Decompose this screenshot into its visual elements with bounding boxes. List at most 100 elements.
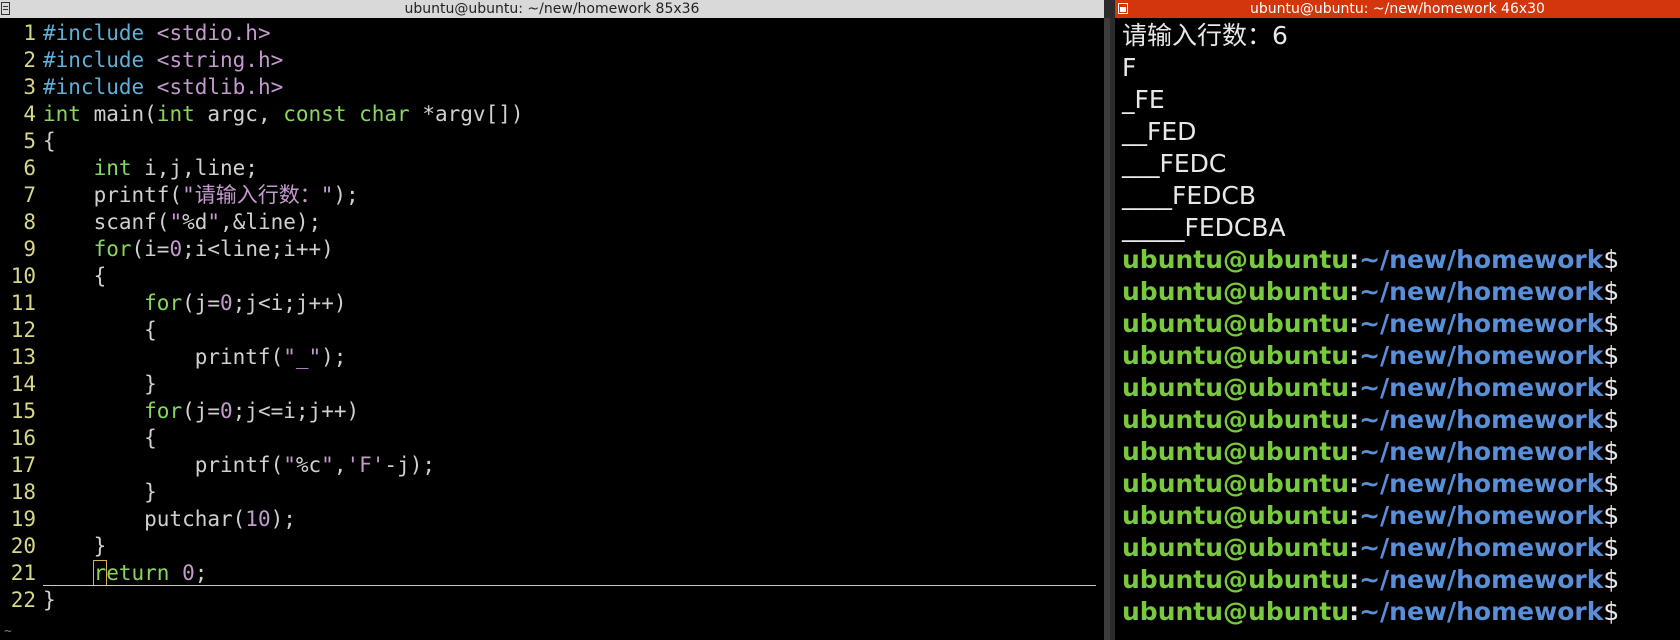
code-token: for [144,399,183,423]
empty-line-tilde: ~ [4,624,12,639]
shell-prompt: ubuntu@ubuntu:~/new/homework$ [1122,436,1680,468]
code-token: 0 [169,237,183,261]
line-source: for(j=0;j<=i;j++) [43,398,359,425]
line-source: { [43,128,56,155]
prompt-dollar: $ [1603,405,1620,434]
code-line[interactable]: 14 } [0,371,1104,398]
code-line[interactable]: 8 scanf("%d",&line); [0,209,1104,236]
code-token: eturn [106,561,170,585]
line-number: 15 [10,399,36,423]
code-line[interactable]: 1 #include <stdio.h> [0,20,1104,47]
scrollbar-track[interactable] [1104,18,1110,640]
code-line[interactable]: 7 printf("请输入行数："); [0,182,1104,209]
line-source: return 0; [43,560,207,587]
code-line[interactable]: 9 for(i=0;i<line;i++) [0,236,1104,263]
output-terminal-window[interactable]: ubuntu@ubuntu: ~/new/homework 46x30 请输入行… [1115,0,1680,640]
prompt-colon: : [1349,565,1360,594]
code-line[interactable]: 16 { [0,425,1104,452]
output-line: ___FEDC [1122,149,1227,178]
prompt-colon: : [1349,597,1360,626]
code-line[interactable]: 21 return 0; [0,560,1104,587]
code-line[interactable]: 3 #include <stdlib.h> [0,74,1104,101]
shell-prompt: ubuntu@ubuntu:~/new/homework$ [1122,500,1680,532]
code-token: " [207,210,221,234]
code-token: for [93,237,132,261]
code-line[interactable]: 17 printf("%c",'F'-j); [0,452,1104,479]
prompt-dollar: $ [1603,437,1620,466]
line-number: 2 [23,48,36,72]
code-line[interactable]: 2 #include <string.h> [0,47,1104,74]
prompt-colon: : [1349,405,1360,434]
code-editor[interactable]: 1 #include <stdio.h> 2 #include <string.h> 3… [0,20,1104,614]
prompt-colon: : [1349,341,1360,370]
code-token: printf( [43,183,183,207]
terminal-menu-icon[interactable] [1118,3,1128,14]
left-window-titlebar[interactable]: ubuntu@ubuntu: ~/new/homework 85x36 [0,0,1104,18]
code-token: (j= [182,399,221,423]
prompt-dollar: $ [1603,565,1620,594]
terminal-output[interactable]: 请输入行数：6 F _FE __FED ___FEDC ____FEDCB _____FED… [1122,20,1680,628]
prompt-user: ubuntu@ubuntu [1122,597,1350,626]
code-line[interactable]: 5{ [0,128,1104,155]
code-line[interactable]: 20 } [0,533,1104,560]
line-source: printf("请输入行数："); [43,182,359,209]
prompt-dollar: $ [1603,341,1620,370]
code-line[interactable]: 6 int i,j,line; [0,155,1104,182]
code-token: <string.h> [156,48,284,72]
prompt-user: ubuntu@ubuntu [1122,277,1350,306]
line-source: int main(int argc, const char *argv[]) [43,101,524,128]
code-token: const [283,102,347,126]
shell-prompt: ubuntu@ubuntu:~/new/homework$ [1122,532,1680,564]
code-line[interactable]: 11 for(j=0;j<i;j++) [0,290,1104,317]
code-token: for [144,291,183,315]
prompt-dollar: $ [1603,245,1620,274]
code-line[interactable]: 15 for(j=0;j<=i;j++) [0,398,1104,425]
terminal-menu-icon[interactable] [1,2,10,15]
code-token: ; [194,561,208,585]
prompt-path: ~/new/homework [1359,373,1604,402]
code-line[interactable]: 10 { [0,263,1104,290]
shell-prompt: ubuntu@ubuntu:~/new/homework$ [1122,564,1680,596]
shell-prompt: ubuntu@ubuntu:~/new/homework$ [1122,276,1680,308]
code-line[interactable]: 22} [0,587,1104,614]
code-token: printf( [43,453,284,477]
code-line[interactable]: 19 putchar(10); [0,506,1104,533]
code-line[interactable]: 18 } [0,479,1104,506]
code-line[interactable]: 4 int main(int argc, const char *argv[]) [0,101,1104,128]
output-line: 请输入行数：6 [1122,21,1288,50]
line-source: int i,j,line; [43,155,258,182]
code-token: " [283,453,296,477]
prompt-path: ~/new/homework [1359,597,1604,626]
code-line[interactable]: 13 printf("_"); [0,344,1104,371]
right-window-title: ubuntu@ubuntu: ~/new/homework 46x30 [1250,1,1545,17]
left-window-title: ubuntu@ubuntu: ~/new/homework 85x36 [404,1,700,17]
shell-prompt: ubuntu@ubuntu:~/new/homework$ [1122,372,1680,404]
code-token: " [321,453,334,477]
line-number: 13 [10,345,36,369]
code-token: %d [182,210,208,234]
output-line: F [1122,53,1137,82]
prompt-dollar: $ [1603,373,1620,402]
right-window-titlebar[interactable]: ubuntu@ubuntu: ~/new/homework 46x30 [1115,0,1680,18]
line-number: 9 [23,237,36,261]
code-token: int [156,102,195,126]
code-token: } [43,480,157,504]
prompt-colon: : [1349,277,1360,306]
code-token: char [359,102,410,126]
code-token: 0 [220,399,233,423]
code-token: int [43,102,81,126]
prompt-user: ubuntu@ubuntu [1122,501,1350,530]
line-number: 14 [10,372,36,396]
code-token: #include [43,21,157,45]
code-line[interactable]: 12 { [0,317,1104,344]
code-token: 0 [220,291,233,315]
line-source: #include <stdio.h> [43,20,271,47]
code-token: printf( [43,345,284,369]
prompt-path: ~/new/homework [1359,533,1604,562]
prompt-colon: : [1349,309,1360,338]
vim-terminal-window[interactable]: ubuntu@ubuntu: ~/new/homework 85x36 1 #in… [0,0,1104,640]
